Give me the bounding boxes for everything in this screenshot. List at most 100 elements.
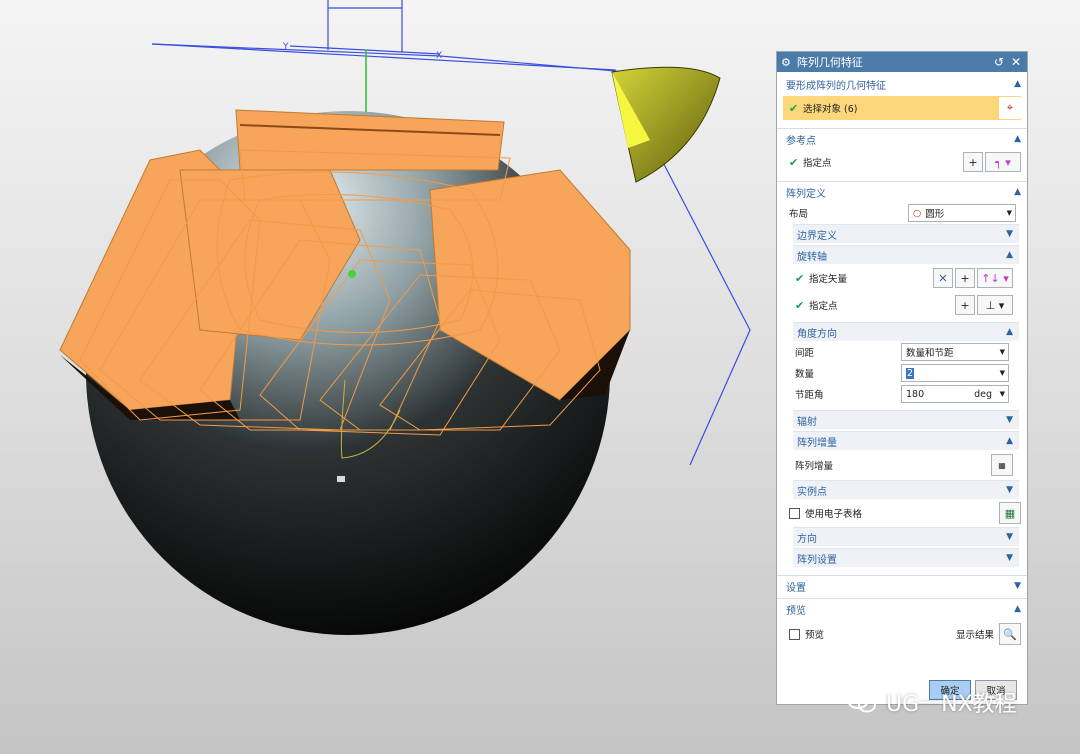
gear-icon[interactable]: ⚙ xyxy=(781,56,791,69)
boundary-header[interactable]: 边界定义 ▼ xyxy=(793,224,1019,243)
layout-select[interactable]: ○ 圆形 ▼ xyxy=(908,204,1016,222)
count-value: 2 xyxy=(906,367,915,379)
pitch-value: 180 xyxy=(906,388,925,400)
vector-dialog-icon[interactable]: + xyxy=(955,268,975,288)
increment-label: 阵列增量 xyxy=(795,461,834,472)
axis-point-type-dropdown[interactable]: ⊥ ▾ xyxy=(977,295,1013,315)
section-pattern-title: 阵列定义 xyxy=(786,188,826,200)
chevron-up-icon: ▲ xyxy=(1014,134,1021,144)
section-geometry-header[interactable]: 要形成阵列的几何特征 ▲ xyxy=(777,72,1027,96)
spacing-row: 间距 数量和节距 ▼ xyxy=(777,341,1019,362)
orientation-header[interactable]: 方向 ▼ xyxy=(793,527,1019,546)
section-settings-header[interactable]: 设置 ▼ xyxy=(777,575,1027,596)
point-type-dropdown[interactable]: ┑ ▾ xyxy=(985,152,1021,172)
increment-title: 阵列增量 xyxy=(797,437,837,449)
crosshair-icon[interactable]: ⌖ xyxy=(999,97,1021,119)
radial-title: 辐射 xyxy=(797,416,817,428)
pattern-settings-title: 阵列设置 xyxy=(797,554,837,566)
angle-title: 角度方向 xyxy=(797,328,837,340)
section-preview-title: 预览 xyxy=(786,605,806,617)
spacing-value: 数量和节距 xyxy=(906,348,954,359)
center-point[interactable] xyxy=(348,270,356,278)
origin-marker xyxy=(337,476,345,482)
increment-row: 阵列增量 ▦ xyxy=(777,450,1019,480)
preview-checkbox[interactable] xyxy=(789,628,800,640)
pattern-settings-header[interactable]: 阵列设置 ▼ xyxy=(793,548,1019,567)
spreadsheet-checkbox[interactable] xyxy=(789,507,800,519)
section-geometry-title: 要形成阵列的几何特征 xyxy=(786,80,886,92)
chevron-down-icon: ▼ xyxy=(1006,229,1013,239)
orientation-title: 方向 xyxy=(797,533,817,545)
check-icon: ✔ xyxy=(789,155,799,169)
chevron-down-icon: ▼ xyxy=(1006,532,1013,542)
section-settings-title: 设置 xyxy=(786,582,806,594)
watermark-text: UG一NX教程 xyxy=(886,692,1017,717)
layout-row: 布局 ○ 圆形 ▼ xyxy=(777,202,1027,224)
point-dialog-icon[interactable]: + xyxy=(963,152,983,172)
axis-header[interactable]: 旋转轴 ▲ xyxy=(793,245,1019,264)
check-icon: ✔ xyxy=(795,271,805,285)
pitch-row: 节距角 180 deg ▼ xyxy=(777,383,1019,404)
spreadsheet-label: 使用电子表格 xyxy=(805,509,863,520)
axis-point-row: ✔ 指定点 + ⊥ ▾ xyxy=(777,292,1019,318)
chevron-down-icon: ▼ xyxy=(1006,485,1013,495)
chevron-down-icon: ▼ xyxy=(1006,209,1012,217)
chevron-down-icon: ▼ xyxy=(1014,581,1021,591)
dialog-title: 阵列几何特征 xyxy=(796,56,863,69)
magnifier-icon[interactable]: 🔍 xyxy=(999,623,1021,645)
chevron-down-icon: ▼ xyxy=(1006,553,1013,563)
reference-point-row: ✔ 指定点 + ┑ ▾ xyxy=(777,149,1027,175)
chevron-up-icon: ▲ xyxy=(1014,187,1021,197)
check-icon: ✔ xyxy=(795,298,805,312)
point-dialog-icon[interactable]: + xyxy=(955,295,975,315)
reference-point-label: 指定点 xyxy=(803,158,832,169)
boundary-title: 边界定义 xyxy=(797,230,837,242)
chevron-up-icon: ▲ xyxy=(1006,436,1013,446)
wechat-icon xyxy=(847,691,876,713)
pitch-input[interactable]: 180 deg ▼ xyxy=(901,385,1009,403)
dialog-titlebar[interactable]: ⚙ 阵列几何特征 ↺ ✕ xyxy=(777,52,1027,72)
axis-y-label: Y xyxy=(282,42,289,52)
circle-icon: ○ xyxy=(913,207,922,219)
chevron-up-icon: ▲ xyxy=(1014,604,1021,614)
count-row: 数量 2 ▼ xyxy=(777,362,1019,383)
pitch-unit: deg xyxy=(974,388,992,400)
reset-icon[interactable]: ↺ xyxy=(992,55,1006,69)
select-object-label: 选择对象 (6) xyxy=(803,104,858,115)
axis-title: 旋转轴 xyxy=(797,251,827,263)
chevron-down-icon: ▼ xyxy=(999,348,1005,356)
check-icon: ✔ xyxy=(789,101,799,115)
vector-row: ✔ 指定矢量 ✕ + ↑↓ ▾ xyxy=(777,264,1019,292)
show-result-label: 显示结果 xyxy=(955,630,994,641)
increment-table-icon[interactable]: ▦ xyxy=(991,454,1013,476)
section-preview-header[interactable]: 预览 ▲ xyxy=(777,598,1027,619)
chevron-up-icon: ▲ xyxy=(1014,79,1021,89)
preview-label: 预览 xyxy=(805,630,825,641)
angle-header[interactable]: 角度方向 ▲ xyxy=(793,322,1019,341)
vector-label: 指定矢量 xyxy=(809,274,848,285)
chevron-up-icon: ▲ xyxy=(1006,250,1013,260)
pattern-geometry-dialog[interactable]: ⚙ 阵列几何特征 ↺ ✕ 要形成阵列的几何特征 ▲ ✔ 选择对象 (6) ⌖ 参… xyxy=(776,51,1028,705)
count-input[interactable]: 2 ▼ xyxy=(901,364,1009,382)
select-object-row[interactable]: ✔ 选择对象 (6) ⌖ xyxy=(783,96,1021,120)
section-reference-header[interactable]: 参考点 ▲ xyxy=(777,128,1027,149)
chevron-down-icon: ▼ xyxy=(999,390,1005,398)
chevron-down-icon: ▼ xyxy=(1006,415,1013,425)
axis-point-label: 指定点 xyxy=(809,301,838,312)
increment-header[interactable]: 阵列增量 ▲ xyxy=(793,431,1019,450)
section-pattern-header[interactable]: 阵列定义 ▲ xyxy=(777,181,1027,202)
preview-row: 预览 显示结果 🔍 xyxy=(777,619,1027,649)
instance-header[interactable]: 实例点 ▼ xyxy=(793,480,1019,499)
spreadsheet-icon[interactable]: ▦ xyxy=(999,502,1021,524)
instance-title: 实例点 xyxy=(797,486,827,498)
chevron-down-icon: ▼ xyxy=(999,369,1005,377)
spreadsheet-row: 使用电子表格 ▦ xyxy=(777,499,1027,527)
radial-header[interactable]: 辐射 ▼ xyxy=(793,410,1019,429)
watermark: UG一NX教程 xyxy=(846,686,1017,718)
close-icon[interactable]: ✕ xyxy=(1009,55,1023,69)
vector-type-dropdown[interactable]: ↑↓ ▾ xyxy=(977,268,1013,288)
layout-value: 圆形 xyxy=(925,209,945,220)
axis-x-label: X xyxy=(436,51,442,61)
reverse-direction-icon[interactable]: ✕ xyxy=(933,268,953,288)
spacing-select[interactable]: 数量和节距 ▼ xyxy=(901,343,1009,361)
